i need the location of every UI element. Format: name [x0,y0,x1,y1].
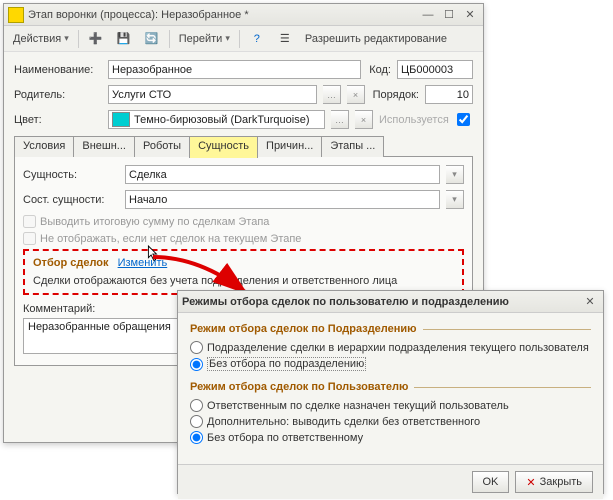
help-icon: ? [249,31,265,47]
hide-empty-label: Не отображать, если нет сделок на текуще… [40,233,301,245]
color-clear-button[interactable]: × [355,110,373,129]
deal-filter-title: Отбор сделок [33,257,109,269]
user-group-title: Режим отбора сделок по Пользователю [190,381,408,393]
dept-group-title: Режим отбора сделок по Подразделению [190,323,417,335]
maximize-button[interactable]: ☐ [440,7,458,23]
toolbar: Действия▾ ➕ 💾 🔄 Перейти▾ ? ☰ Разрешить р… [4,26,483,52]
order-label: Порядок: [371,89,419,101]
parent-select-button[interactable]: … [323,85,341,104]
state-label: Сост. сущности: [23,194,119,206]
entity-input[interactable]: Сделка [125,165,440,184]
filter-dialog: Режимы отбора сделок по пользователю и п… [177,290,604,494]
close-icon: ✕ [526,476,535,489]
color-select-button[interactable]: … [331,110,349,129]
refresh-icon: 🔄 [144,31,160,47]
used-checkbox[interactable] [457,113,470,126]
dialog-close-button[interactable]: ✕ [581,294,599,310]
order-input[interactable]: 10 [425,85,473,104]
close-button[interactable]: ✕ [461,7,479,23]
entity-label: Сущность: [23,169,119,181]
tab-robots[interactable]: Роботы [134,136,190,157]
tab-conditions[interactable]: Условия [14,136,74,157]
allow-edit-button[interactable]: Разрешить редактирование [300,29,452,49]
tab-appearance[interactable]: Внешн... [73,136,135,157]
name-input[interactable]: Неразобранное [108,60,361,79]
deal-filter-group: Отбор сделок Изменить Сделки отображаютс… [23,249,464,295]
disk-icon: 💾 [116,31,132,47]
tab-reasons[interactable]: Причин... [257,136,322,157]
color-swatch [112,112,130,127]
color-input[interactable]: Темно-бирюзовый (DarkTurquoise) [108,110,325,129]
dialog-titlebar: Режимы отбора сделок по пользователю и п… [178,291,603,313]
dept-radio-1[interactable]: Подразделение сделки в иерархии подразде… [190,341,591,354]
show-total-checkbox[interactable] [23,215,36,228]
tab-entity[interactable]: Сущность [189,136,258,158]
used-label: Используется [379,114,447,126]
ok-button[interactable]: OK [472,471,510,493]
help-button[interactable]: ? [244,29,270,49]
show-total-label: Выводить итоговую сумму по сделкам Этапа [40,216,269,228]
plus-icon: ➕ [88,31,104,47]
parent-input[interactable]: Услуги СТО [108,85,317,104]
state-input[interactable]: Начало [125,190,440,209]
close-dialog-button[interactable]: ✕Закрыть [515,471,593,493]
code-input[interactable]: ЦБ000003 [397,60,473,79]
user-radio-1[interactable]: Ответственным по сделке назначен текущий… [190,399,591,412]
show-total-checkbox-row: Выводить итоговую сумму по сделкам Этапа [23,215,464,228]
dialog-title: Режимы отбора сделок по пользователю и п… [182,296,581,308]
actions-menu[interactable]: Действия▾ [8,29,74,49]
minimize-button[interactable]: — [419,7,437,23]
state-dropdown-button[interactable]: ▾ [446,190,464,209]
save-button[interactable]: 💾 [111,29,137,49]
hide-empty-checkbox-row: Не отображать, если нет сделок на текуще… [23,232,464,245]
user-radio-3[interactable]: Без отбора по ответственному [190,431,591,444]
tab-stages[interactable]: Этапы ... [321,136,384,157]
parent-clear-button[interactable]: × [347,85,365,104]
user-radio-2[interactable]: Дополнительно: выводить сделки без ответ… [190,415,591,428]
refresh-button[interactable]: 🔄 [139,29,165,49]
deal-filter-desc: Сделки отображаются без учета подразделе… [33,275,454,287]
name-label: Наименование: [14,64,102,76]
dept-radio-2[interactable]: Без отбора по подразделению [190,357,591,371]
add-button[interactable]: ➕ [83,29,109,49]
window-icon [8,7,24,23]
entity-dropdown-button[interactable]: ▾ [446,165,464,184]
code-label: Код: [367,64,391,76]
list-icon: ☰ [277,31,293,47]
goto-menu[interactable]: Перейти▾ [174,29,235,49]
window-title: Этап воронки (процесса): Неразобранное * [28,9,419,21]
titlebar: Этап воронки (процесса): Неразобранное *… [4,4,483,26]
change-link[interactable]: Изменить [118,257,168,269]
dialog-button-bar: OK ✕Закрыть [178,464,603,499]
tabs: Условия Внешн... Роботы Сущность Причин.… [14,135,473,157]
parent-label: Родитель: [14,89,102,101]
list-button[interactable]: ☰ [272,29,298,49]
hide-empty-checkbox[interactable] [23,232,36,245]
color-label: Цвет: [14,114,102,126]
